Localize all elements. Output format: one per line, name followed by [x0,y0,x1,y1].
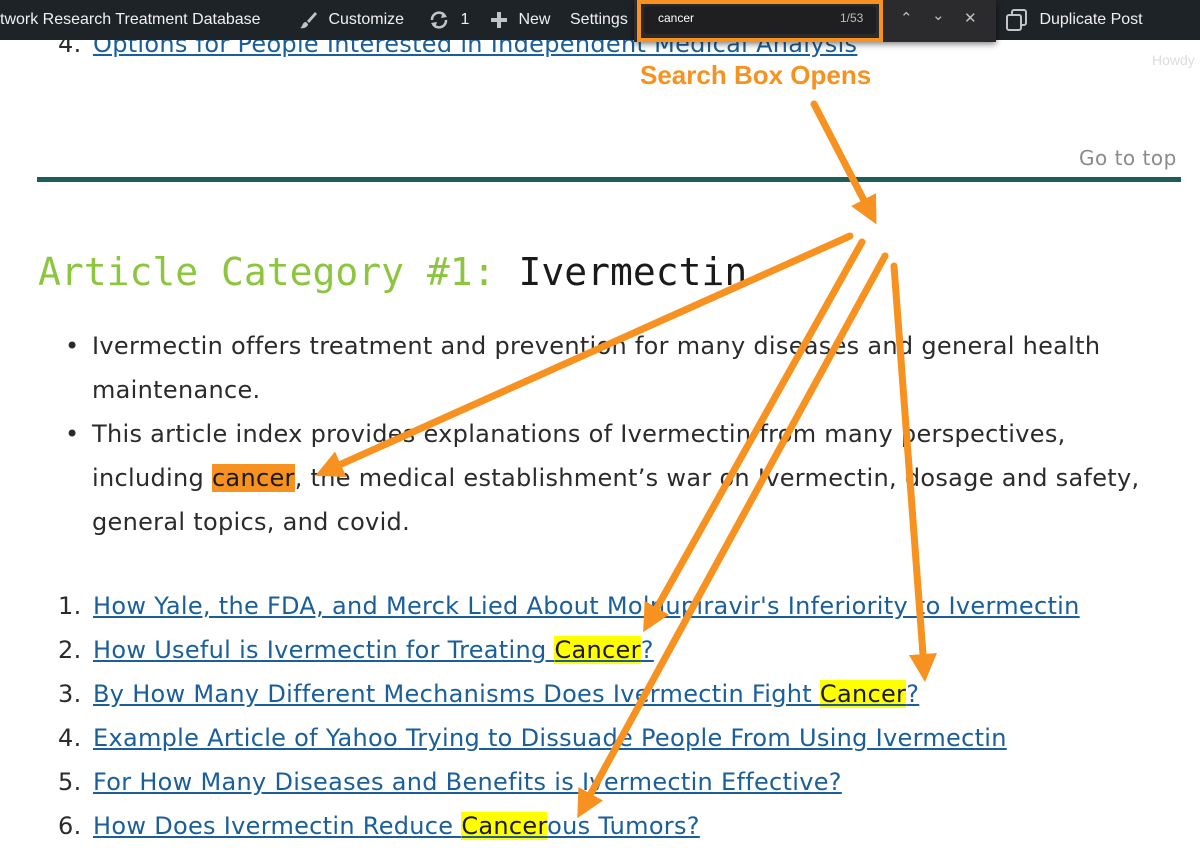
annotation-label: Search Box Opens [640,60,872,90]
article-link[interactable]: How Useful is Ivermectin for Treating Ca… [93,636,654,664]
find-bar-annotation-outline [637,0,883,42]
section-divider [37,177,1181,182]
link-text: By How Many Different Mechanisms Does Iv… [93,680,820,708]
link-text: How Useful is Ivermectin for Treating [93,636,555,664]
list-number: 6. [58,812,82,840]
list-item: 4. Example Article of Yahoo Trying to Dis… [58,716,1080,760]
duplicate-post-label: Duplicate Post [1039,11,1143,28]
plus-icon [491,11,507,28]
article-link[interactable]: Example Article of Yahoo Trying to Dissu… [93,724,1007,752]
site-name-link[interactable]: twork Research Treatment Database [0,0,261,40]
duplicate-post-link[interactable]: Duplicate Post [1005,0,1143,40]
list-number: 5. [58,768,82,796]
list-item: 2. How Useful is Ivermectin for Treating … [58,628,1080,672]
list-item: 6. How Does Ivermectin Reduce Cancerous T… [58,804,1080,848]
link-text: ? [640,636,654,664]
link-text: How Does Ivermectin Reduce [93,812,462,840]
article-link[interactable]: How Yale, the FDA, and Merck Lied About … [93,592,1080,620]
article-link[interactable]: For How Many Diseases and Benefits is Iv… [93,768,842,796]
new-label: New [518,11,551,28]
close-find-icon[interactable]: ✕ [964,9,977,27]
arrow-to-findbar [810,100,877,225]
list-number: 2. [58,636,82,664]
go-to-top-link[interactable]: Go to top [1079,146,1177,170]
category-heading: Article Category #1: Ivermectin [38,250,747,294]
list-number: 4. [58,724,82,752]
customize-link[interactable]: Customize [298,0,404,40]
article-link[interactable]: By How Many Different Mechanisms Does Iv… [93,680,919,708]
next-match-icon[interactable]: ⌄ [932,6,945,24]
search-match: Cancer [461,812,548,840]
search-match: Cancer [554,636,641,664]
list-item: 3. By How Many Different Mechanisms Does … [58,672,1080,716]
intro-bullets: Ivermectin offers treatment and preventi… [65,324,1182,544]
updates-link[interactable]: 1 [428,0,469,40]
current-search-match: cancer [211,464,295,492]
paintbrush-icon [300,11,317,29]
link-text: ? [906,680,920,708]
list-number: 1. [58,592,82,620]
list-item: 5. For How Many Diseases and Benefits is … [58,760,1080,804]
article-list: 1. How Yale, the FDA, and Merck Lied Abou… [58,584,1080,848]
list-number: 3. [58,680,82,708]
bullet-item: This article index provides explanations… [65,412,1182,544]
customize-label: Customize [328,11,405,28]
new-content-link[interactable]: New [490,0,550,40]
category-name: Ivermectin [518,250,748,294]
category-label: Article Category #1: [38,250,496,294]
admin-bar: twork Research Treatment Database Custom… [0,0,1200,40]
howdy-greeting: Howdy [1152,52,1195,68]
link-text: ous Tumors? [547,812,700,840]
duplicate-icon [1006,8,1027,31]
list-item: 1. How Yale, the FDA, and Merck Lied Abou… [58,584,1080,628]
article-link[interactable]: How Does Ivermectin Reduce Cancerous Tum… [93,812,700,840]
search-match: Cancer [819,680,907,708]
bullet-item: Ivermectin offers treatment and preventi… [65,324,1182,412]
update-icon [430,11,448,29]
previous-match-icon[interactable]: ⌃ [900,9,913,27]
updates-count: 1 [460,11,470,28]
settings-link[interactable]: Settings [570,0,628,40]
